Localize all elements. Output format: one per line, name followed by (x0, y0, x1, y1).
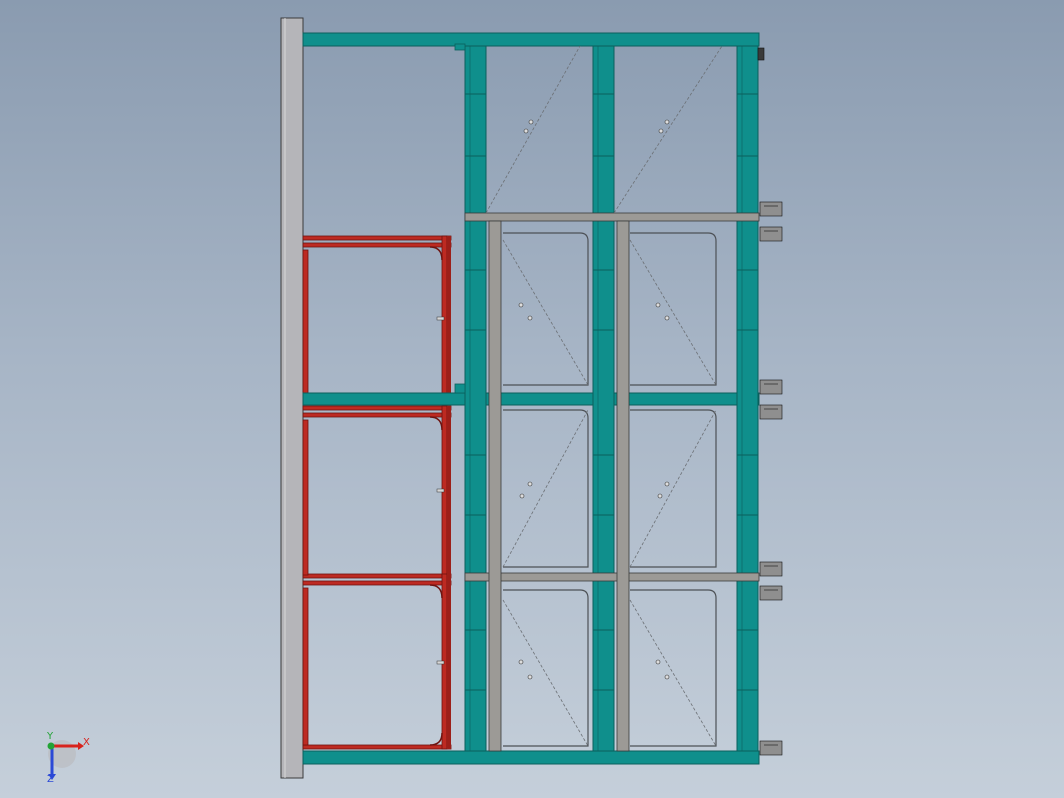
z-axis-label: Z (47, 774, 54, 785)
red-frame-group (302, 235, 452, 750)
cad-viewport[interactable]: X Y Z (0, 0, 1064, 798)
teal-main-frame (302, 32, 760, 765)
wall-panel (280, 17, 304, 779)
x-axis-label: X (83, 737, 90, 748)
y-axis-label: Y (46, 731, 54, 742)
right-hardware (757, 47, 783, 756)
axis-triad: X Y Z (46, 731, 90, 785)
y-axis-dot (47, 742, 55, 750)
